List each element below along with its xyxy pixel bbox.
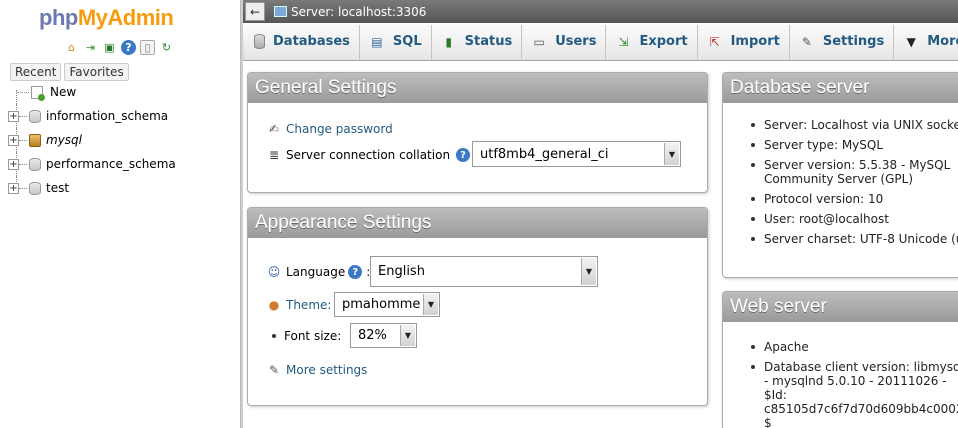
expand-icon[interactable]: +: [8, 110, 19, 122]
phpmyadmin-logo[interactable]: phpMyAdmin: [39, 5, 174, 31]
query-window-icon[interactable]: ▣: [102, 40, 117, 55]
tab-settings[interactable]: ✎ Settings: [789, 24, 895, 59]
web-server-info-list: Apache Database client version: libmysql…: [751, 340, 958, 428]
dropdown-arrow-icon: ▼: [400, 325, 415, 346]
dropdown-arrow-icon: ▼: [423, 294, 438, 315]
tree-item-mysql[interactable]: + mysql: [8, 128, 238, 152]
nav-icon-toolbar: ⌂ ⇥ ▣ ? ▯ ↻: [64, 40, 174, 55]
tab-favorites[interactable]: Favorites: [64, 63, 129, 81]
collation-select[interactable]: utf8mb4_general_ci ▼: [472, 141, 681, 167]
collation-label: Server connection collation: [286, 148, 451, 162]
panel-title: General Settings: [248, 73, 707, 103]
database-icon: [29, 133, 41, 147]
language-select[interactable]: English ▼: [370, 256, 598, 287]
new-database-icon: [31, 85, 45, 101]
web-server-panel: Web server Apache Database client versio…: [722, 291, 958, 428]
help-icon[interactable]: ?: [456, 148, 471, 162]
theme-select[interactable]: pmahomme ▼: [334, 292, 440, 317]
palette-icon: ●: [268, 298, 280, 312]
panel-resize-handle[interactable]: [240, 0, 243, 428]
triangle-down-icon: ▼: [906, 34, 916, 49]
main-menu: Databases ▤ SQL ▮ Status ▭ Users ⇲ Export ⇱ I…: [243, 23, 958, 61]
database-icon: [29, 181, 41, 195]
panel-title: Appearance Settings: [248, 208, 707, 238]
tab-status[interactable]: ▮ Status: [431, 24, 523, 59]
collapse-nav-button[interactable]: ←: [245, 2, 265, 21]
sql-icon: ▤: [371, 34, 383, 49]
tab-more[interactable]: ▼More: [894, 24, 958, 59]
language-row: ☺ Language ? :: [267, 265, 371, 279]
more-settings-row: ✎ More settings: [266, 363, 367, 377]
database-tree: New + information_schema + mysql + perfo…: [8, 80, 238, 200]
reload-icon[interactable]: ↻: [159, 40, 174, 55]
users-icon: ▭: [533, 34, 545, 49]
documentation-icon[interactable]: ?: [121, 40, 136, 55]
database-icon: [254, 34, 265, 49]
list-item: Server: Localhost via UNIX socket: [751, 118, 958, 132]
font-size-select[interactable]: 82% ▼: [350, 323, 417, 348]
import-icon: ⇱: [709, 34, 720, 49]
list-item: Protocol version: 10: [751, 192, 958, 206]
server-breadcrumb-bar: ← Server: localhost:3306: [243, 0, 958, 23]
appearance-settings-panel: Appearance Settings ☺ Language ? : Engli…: [247, 207, 708, 406]
database-server-panel: Database server Server: Localhost via UN…: [722, 72, 958, 278]
tab-databases[interactable]: Databases: [245, 24, 360, 59]
panel-title: Web server: [723, 292, 958, 322]
tree-item-test[interactable]: + test: [8, 176, 238, 200]
theme-row: ● Theme:: [266, 298, 332, 312]
list-item: Apache: [751, 340, 958, 354]
list-item: User: root@localhost: [751, 212, 958, 226]
list-item: Server type: MySQL: [751, 138, 958, 152]
change-password-row: ✍ Change password: [266, 122, 393, 136]
tab-sql[interactable]: ▤ SQL: [359, 24, 432, 59]
expand-icon[interactable]: +: [8, 134, 19, 146]
font-size-label: Font size:: [284, 329, 342, 343]
panel-title: Database server: [723, 73, 958, 103]
database-server-info-list: Server: Localhost via UNIX socket Server…: [751, 118, 958, 252]
page-icon[interactable]: ▯: [140, 40, 155, 55]
list-item: Database client version: libmysql - mysq…: [751, 360, 958, 428]
list-item: Server version: 5.5.38 - MySQL Community…: [751, 158, 958, 186]
tree-item-performance-schema[interactable]: + performance_schema: [8, 152, 238, 176]
expand-icon[interactable]: +: [8, 182, 19, 194]
collation-row: ≣ Server connection collation ? :: [266, 148, 478, 162]
dropdown-arrow-icon: ▼: [581, 258, 596, 285]
more-settings-link[interactable]: More settings: [286, 363, 367, 377]
password-icon: ✍: [268, 122, 280, 136]
logout-icon[interactable]: ⇥: [83, 40, 98, 55]
language-label: Language: [286, 265, 346, 279]
general-settings-panel: General Settings ✍ Change password ≣ Ser…: [247, 72, 708, 193]
export-icon: ⇲: [618, 34, 629, 49]
server-icon: [274, 6, 287, 17]
tab-import[interactable]: ⇱ Import: [697, 24, 790, 59]
font-size-row: Font size:: [266, 329, 341, 343]
dropdown-arrow-icon: ▼: [664, 143, 679, 165]
expand-icon[interactable]: +: [8, 158, 19, 170]
server-breadcrumb[interactable]: Server: localhost:3306: [291, 5, 426, 19]
wrench-icon: ✎: [801, 34, 812, 49]
language-icon: ☺: [267, 265, 281, 279]
navigation-panel: phpMyAdmin ⌂ ⇥ ▣ ? ▯ ↻ Recent Favorites …: [0, 0, 240, 428]
database-icon: [29, 157, 41, 171]
collation-icon: ≣: [268, 148, 280, 162]
list-item: Server charset: UTF-8 Unicode (ut: [751, 232, 958, 246]
tree-item-new[interactable]: New: [8, 80, 238, 104]
tab-recent[interactable]: Recent: [10, 63, 62, 81]
bullet: [272, 334, 276, 338]
nav-tabs: Recent Favorites: [10, 63, 129, 81]
database-icon: [29, 109, 41, 123]
wrench-icon: ✎: [268, 363, 280, 377]
tab-export[interactable]: ⇲ Export: [606, 24, 698, 59]
home-icon[interactable]: ⌂: [64, 40, 79, 55]
theme-label[interactable]: Theme:: [286, 298, 331, 312]
status-chart-icon: ▮: [445, 34, 452, 49]
tab-users[interactable]: ▭ Users: [522, 24, 607, 59]
tree-item-information-schema[interactable]: + information_schema: [8, 104, 238, 128]
help-icon[interactable]: ?: [348, 265, 363, 279]
change-password-link[interactable]: Change password: [286, 122, 393, 136]
